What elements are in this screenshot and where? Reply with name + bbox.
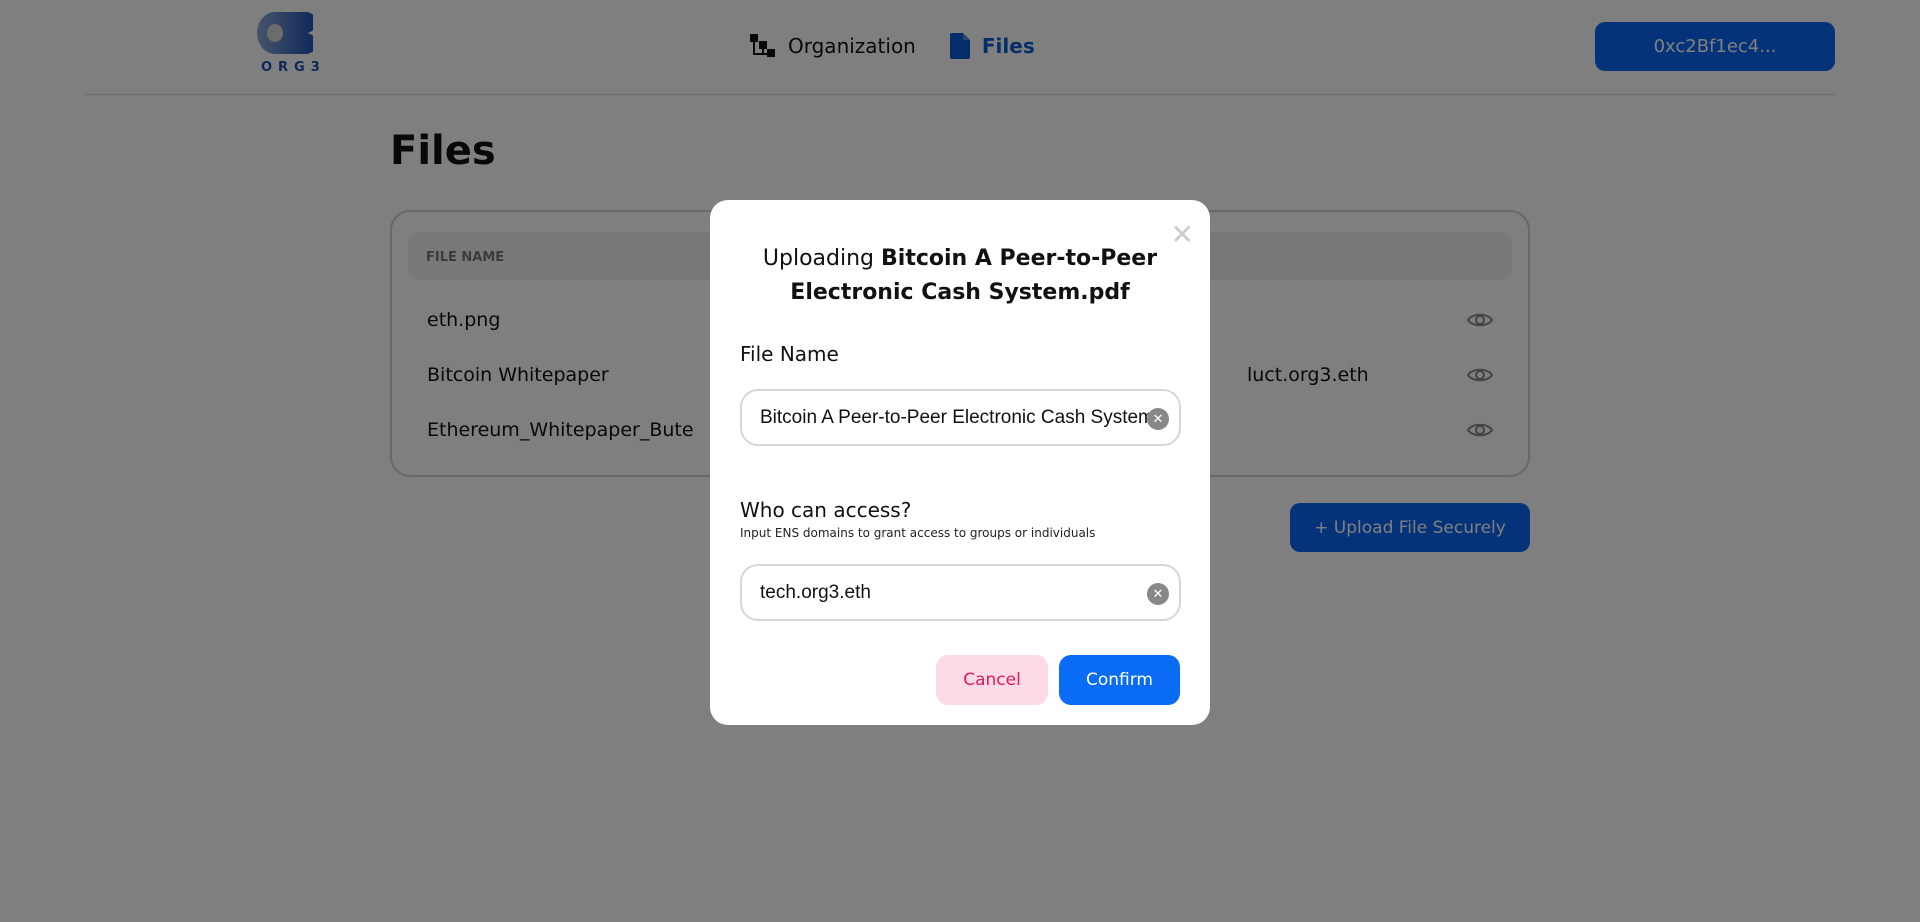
access-label: Who can access?	[740, 498, 912, 522]
clear-icon[interactable]: ✕	[1147, 583, 1169, 605]
cancel-button[interactable]: Cancel	[936, 655, 1048, 705]
confirm-button[interactable]: Confirm	[1059, 655, 1180, 705]
file-name-input[interactable]: Bitcoin A Peer-to-Peer Electronic Cash S…	[740, 389, 1181, 446]
modal-title: Uploading Bitcoin A Peer-to-Peer Electro…	[740, 242, 1180, 310]
file-name-value: Bitcoin A Peer-to-Peer Electronic Cash S…	[760, 406, 1154, 428]
upload-modal: ✕ Uploading Bitcoin A Peer-to-Peer Elect…	[710, 200, 1210, 725]
access-hint: Input ENS domains to grant access to gro…	[740, 526, 1096, 540]
access-value: tech.org3.eth	[760, 581, 871, 603]
file-name-label: File Name	[740, 342, 839, 366]
access-input[interactable]: tech.org3.eth ✕	[740, 564, 1181, 621]
title-prefix: Uploading	[762, 246, 875, 271]
clear-icon[interactable]: ✕	[1147, 408, 1169, 430]
